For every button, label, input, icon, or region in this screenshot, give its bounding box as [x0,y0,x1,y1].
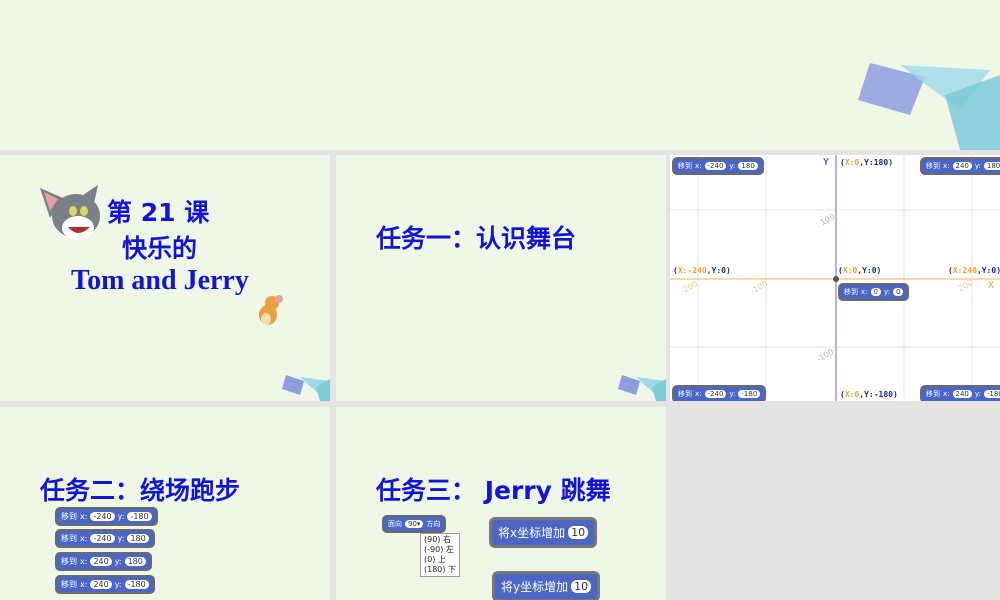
goto-block: 移到 x: 240 y: 180 [57,554,150,569]
slide-thumbnail-5[interactable]: 任务三： Jerry 跳舞 面向 90▾ 方向 (90) 右 (-90) 左 (0)… [336,407,666,600]
slide-thumbnail-4[interactable]: 任务二：绕场跑步 移到 x: -240 y: -180 移到 x: -240 y: 180 移到… [0,407,330,600]
coord-left: (X:-240,Y:0) [673,266,731,275]
task-three-title: 任务三： Jerry 跳舞 [376,476,611,505]
direction-option: (180) 下 [424,565,457,574]
goto-block: 移到 x: -240 y: 180 [57,531,153,546]
coord-center: (X:0,Y:0) [838,266,882,275]
change-y-block: 将y坐标增加 10 [495,574,598,599]
slide-thumbnail-1[interactable]: 第 21 课 快乐的 Tom and Jerry [0,155,330,401]
decorative-shapes [618,375,666,401]
direction-option: (0) 上 [424,555,446,564]
goto-block: 移到 x: 0 y: 0 [840,285,908,299]
coord-bottom: (X:0,Y:-180) [840,390,898,399]
goto-block: 移到 x: -240 y: 180 [674,159,762,173]
goto-block: 移到 x: 240 y: 180 [922,159,1000,173]
coord-right: (X:240,Y:0) [948,266,1000,275]
slide-thumbnail-previous[interactable] [0,0,1000,150]
tom-cat-image [40,185,100,240]
coord-top: (X:0,Y:180) [840,158,894,167]
slide-thumbnail-2[interactable]: 任务一：认识舞台 [336,155,666,401]
slide-thumbnail-3[interactable]: Y X (X:0,Y:180) (X:0,Y:-180) (X:-240,Y:0… [670,155,1000,401]
lesson-subtitle: 快乐的 [122,234,198,263]
decorative-shapes [282,375,330,401]
lesson-title: Tom and Jerry [71,265,249,296]
task-two-title: 任务二：绕场跑步 [40,476,241,505]
task-one-title: 任务一：认识舞台 [376,224,577,253]
direction-option: (90) 右 [424,535,451,544]
jerry-mouse-image [259,295,283,325]
decorative-shapes [858,63,1000,150]
axis-y-label: Y [823,157,830,168]
point-direction-block: 面向 90▾ 方向 [384,517,445,531]
direction-options: (90) 右 (-90) 左 (0) 上 (180) 下 [420,533,461,577]
lesson-number: 第 21 课 [107,198,210,227]
direction-option: (-90) 左 [424,545,454,554]
change-x-block: 将x坐标增加 10 [492,520,595,545]
axis-x-label: X [988,280,995,291]
goto-block: 移到x:240y:-180 [922,387,1000,401]
goto-block: 移到x:240y:-180 [57,577,153,592]
goto-block: 移到 x: -240 y: -180 [57,509,156,524]
stage-grid [670,155,1000,401]
goto-block: 移到 x: -240 y: -180 [674,387,765,401]
